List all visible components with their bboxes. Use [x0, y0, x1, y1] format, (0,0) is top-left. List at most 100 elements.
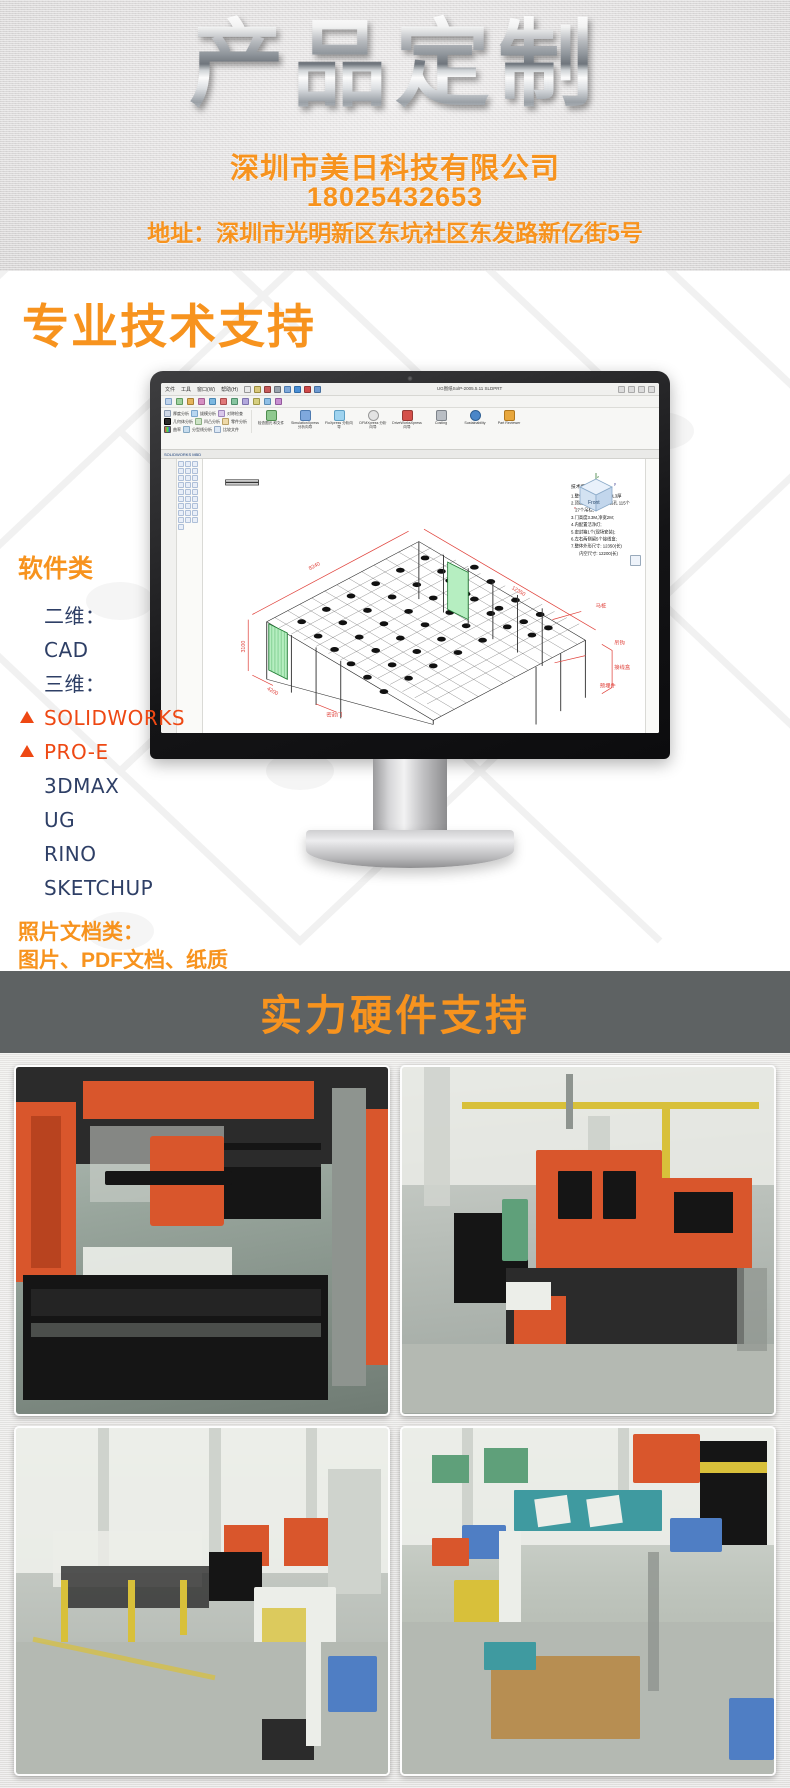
tab-solidworks-mbd[interactable]: SOLIDWORKS MBD [164, 452, 201, 457]
driveworksxpress-icon[interactable] [401, 410, 413, 421]
point-tool-icon[interactable] [192, 489, 198, 495]
ellipse-tool-icon[interactable] [178, 475, 184, 481]
text-tool-icon[interactable] [178, 496, 184, 502]
ribbon-item[interactable]: 几何体分析 凹凸分析 零件分析 [164, 418, 247, 425]
search-icon[interactable] [617, 385, 625, 393]
mass-props-icon[interactable] [198, 398, 205, 405]
close-icon[interactable] [647, 385, 655, 393]
zoom-fit-icon[interactable] [209, 398, 216, 405]
sustainability-icon[interactable] [469, 410, 481, 421]
ribbon-simulationxpress-button[interactable]: SimulationXpress 分析向导 [290, 410, 320, 430]
appearance-icon[interactable] [242, 398, 249, 405]
pattern-tool-icon[interactable] [185, 489, 191, 495]
scene-icon[interactable] [253, 398, 260, 405]
floxpress-icon[interactable] [333, 410, 345, 421]
chamfer-tool-icon[interactable] [192, 482, 198, 488]
display-style-icon[interactable] [231, 398, 238, 405]
ribbon-item[interactable]: 曲率 分型线分析 比较文件 [164, 426, 247, 433]
part-analysis-icon[interactable] [222, 418, 229, 425]
measure-icon[interactable] [176, 398, 183, 405]
ribbon-item[interactable]: 厚度分析 拔模分析 对称检查 [164, 410, 247, 417]
hide-show-icon[interactable] [275, 398, 282, 405]
rebuild-icon[interactable] [304, 385, 312, 393]
rectangle-tool-icon[interactable] [185, 468, 191, 474]
maximize-icon[interactable] [637, 385, 645, 393]
fillet-tool-icon[interactable] [178, 482, 184, 488]
construction-tool-icon[interactable] [185, 503, 191, 509]
line-tool-icon[interactable] [178, 461, 184, 467]
section-icon[interactable] [187, 398, 194, 405]
ribbon-check-button[interactable]: 检查图元 和文件 [256, 410, 286, 426]
shell-tool-icon[interactable] [178, 517, 184, 523]
thickness-analysis-icon[interactable] [164, 410, 171, 417]
rotate-icon[interactable] [220, 398, 227, 405]
menu-help[interactable]: 帮助(H) [221, 386, 238, 393]
slot-tool-icon[interactable] [178, 489, 184, 495]
mirror-tool-icon[interactable] [185, 475, 191, 481]
photo-assembly-and-packing-area[interactable] [400, 1425, 776, 1776]
dimension-tool-icon[interactable] [192, 496, 198, 502]
photo-laser-cutting-machine[interactable] [14, 1065, 390, 1416]
rib-tool-icon[interactable] [185, 517, 191, 523]
spline-tool-icon[interactable] [192, 461, 198, 467]
check-entities-icon[interactable] [265, 410, 277, 421]
draft-tool-icon[interactable] [192, 517, 198, 523]
ribbon-driveworksxpress-button[interactable]: DriveWorksXpress 向导 [392, 410, 422, 430]
menu-window[interactable]: 窗口(W) [197, 386, 215, 393]
sketch-icon[interactable] [165, 398, 172, 405]
offset-tool-icon[interactable] [192, 468, 198, 474]
menu-tools[interactable]: 工具 [181, 386, 191, 393]
cad-right-dock[interactable] [645, 459, 659, 733]
display-pane-toggle-icon[interactable] [630, 555, 641, 566]
ribbon-sustainability-button[interactable]: Sustainability [460, 410, 490, 426]
print-icon[interactable] [274, 385, 282, 393]
relation-tool-icon[interactable] [178, 503, 184, 509]
extrude-tool-icon[interactable] [192, 503, 198, 509]
costing-icon[interactable] [435, 410, 447, 421]
undo-icon[interactable] [284, 385, 292, 393]
select-icon[interactable] [294, 385, 302, 393]
symmetry-check-icon[interactable] [218, 410, 225, 417]
compare-documents-icon[interactable] [214, 426, 221, 433]
draft-analysis-icon[interactable] [191, 410, 198, 417]
sweep-tool-icon[interactable] [185, 510, 191, 516]
minimize-icon[interactable] [627, 385, 635, 393]
cad-tab-row[interactable]: SOLIDWORKS MBD [161, 450, 659, 459]
dome-tool-icon[interactable] [178, 524, 184, 530]
simulationxpress-icon[interactable] [299, 410, 311, 421]
geometry-analysis-icon[interactable] [164, 418, 171, 425]
trim-tool-icon[interactable] [178, 468, 184, 474]
save-icon[interactable] [264, 385, 272, 393]
ribbon-dfmxpress-button[interactable]: DFMXpress 分析向导 [358, 410, 388, 430]
new-doc-icon[interactable] [244, 385, 252, 393]
ribbon-floxpress-button[interactable]: FloXpress 分析向导 [324, 410, 354, 430]
convex-analysis-icon[interactable] [195, 418, 202, 425]
curvature-icon[interactable] [164, 426, 171, 433]
revolve-tool-icon[interactable] [178, 510, 184, 516]
plane-tool-icon[interactable] [185, 496, 191, 502]
loft-tool-icon[interactable] [192, 510, 198, 516]
part-reviewer-icon[interactable] [503, 410, 515, 421]
callout-embed: 预埋件 [600, 681, 617, 689]
options-icon[interactable] [314, 385, 322, 393]
ribbon-costing-button[interactable]: Costing [426, 410, 456, 426]
parting-line-icon[interactable] [183, 426, 190, 433]
open-folder-icon[interactable] [254, 385, 262, 393]
view-orientation-cube[interactable]: Front z x y [573, 473, 619, 517]
cad-toolbar-secondary[interactable] [161, 396, 659, 408]
circle-tool-icon[interactable] [192, 475, 198, 481]
menubar-right-icons[interactable] [617, 385, 655, 393]
ribbon-group-analysis[interactable]: 厚度分析 拔模分析 对称检查 几何体分析 凹凸分析 零件分析 曲率 分型线分析 … [164, 410, 252, 433]
cad-drawing-canvas[interactable]: 8240 12350 3100 4200 马桩 吊钩 接线盒 预埋件 密封门 1… [203, 459, 645, 733]
menu-file[interactable]: 文件 [165, 386, 175, 393]
menubar-quick-icons[interactable] [244, 385, 322, 393]
photo-cnc-punching-machine[interactable] [400, 1065, 776, 1416]
polygon-tool-icon[interactable] [185, 482, 191, 488]
ribbon-part-reviewer-button[interactable]: Part Reviewer [494, 410, 524, 426]
cad-menubar[interactable]: 文件 工具 窗口(W) 帮助(H) UG图纸SolP-2005.5.11 SLD… [161, 383, 659, 396]
dfmxpress-icon[interactable] [367, 410, 379, 421]
view-orientation-icon[interactable] [264, 398, 271, 405]
photo-workshop-production-line[interactable] [14, 1425, 390, 1776]
arc-tool-icon[interactable] [185, 461, 191, 467]
cad-ribbon[interactable]: 厚度分析 拔模分析 对称检查 几何体分析 凹凸分析 零件分析 曲率 分型线分析 … [161, 408, 659, 450]
